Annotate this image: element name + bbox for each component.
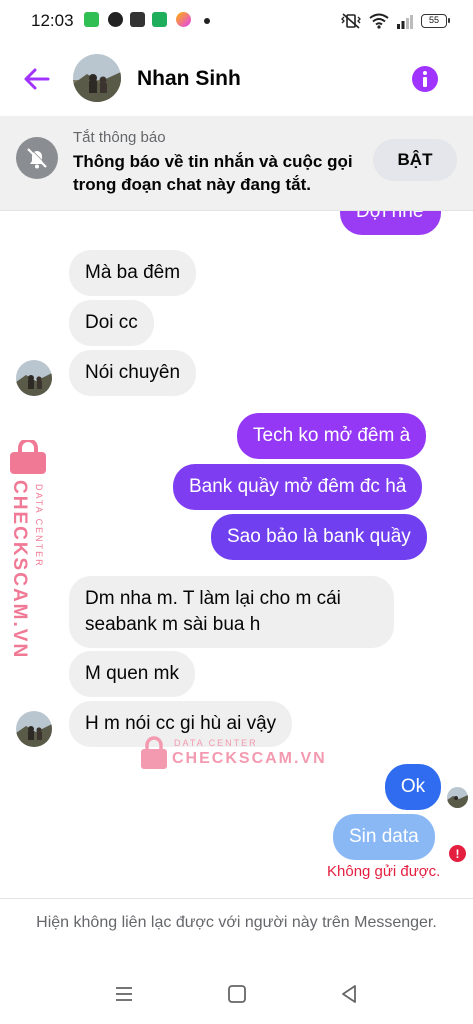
- mute-label: Tắt thông báo: [73, 129, 166, 146]
- sender-avatar[interactable]: [16, 711, 52, 747]
- watermark-center: DATA CENTER CHECKSCAM.VN: [140, 736, 325, 776]
- store-icon: [152, 12, 167, 27]
- home-icon[interactable]: [225, 982, 249, 1006]
- watermark-side: CHECKSCAM.VN DATA CENTER: [6, 440, 54, 659]
- battery-icon: 55: [421, 14, 450, 28]
- chat-header: Nhan Sinh: [0, 42, 473, 116]
- status-right-icons: 55: [341, 11, 450, 31]
- wifi-icon: [369, 13, 389, 29]
- outgoing-message[interactable]: Sao bảo là bank quầy: [211, 514, 427, 560]
- seen-avatar: [447, 787, 468, 808]
- bell-off-icon: [16, 137, 58, 179]
- send-failed-text[interactable]: Không gửi được.: [327, 863, 440, 880]
- mute-banner: Tắt thông báo Thông báo về tin nhắn và c…: [0, 116, 473, 211]
- failed-message[interactable]: Sin data: [333, 814, 435, 860]
- signal-icon: [397, 14, 413, 29]
- watermark-center-sub: DATA CENTER: [174, 738, 258, 748]
- outgoing-message[interactable]: Ok: [385, 764, 441, 810]
- lock-icon: [141, 736, 167, 769]
- incoming-message[interactable]: Doi cc: [69, 300, 154, 346]
- menu-icon[interactable]: [112, 982, 136, 1006]
- status-time: 12:03: [31, 11, 74, 30]
- unmute-button[interactable]: BẬT: [373, 139, 457, 181]
- star-app-icon: [176, 12, 191, 27]
- back-arrow-icon[interactable]: [20, 62, 54, 96]
- incoming-message[interactable]: Dm nha m. T làm lại cho m cái seabank m …: [69, 576, 394, 648]
- contact-avatar[interactable]: [73, 54, 121, 102]
- back-icon[interactable]: [337, 982, 361, 1006]
- vibrate-mute-icon: [341, 13, 361, 29]
- info-icon[interactable]: [411, 65, 439, 93]
- status-bar: 12:03 55: [0, 0, 473, 42]
- mute-message: Thông báo về tin nhắn và cuộc gọi trong …: [73, 152, 353, 194]
- messenger-icon: [108, 12, 123, 27]
- unavailable-text: Hiện không liên lạc được với người này t…: [36, 914, 437, 931]
- error-icon[interactable]: !: [449, 845, 466, 862]
- lock-icon: [10, 440, 46, 474]
- incoming-message[interactable]: M quen mk: [69, 651, 195, 697]
- outgoing-message[interactable]: Bank quầy mở đêm đc hả: [173, 464, 423, 510]
- shopping-bag-icon: [130, 12, 145, 27]
- watermark-side-main: CHECKSCAM.VN: [9, 480, 30, 660]
- unavailable-footer: Hiện không liên lạc được với người này t…: [0, 898, 473, 960]
- contact-name[interactable]: Nhan Sinh: [137, 67, 241, 91]
- message-list[interactable]: Đợi nhé Mà ba đêm Doi cc Nói chuyên Tech…: [0, 211, 473, 898]
- incoming-message[interactable]: Mà ba đêm: [69, 250, 197, 296]
- sender-avatar[interactable]: [16, 360, 52, 396]
- outgoing-message[interactable]: Tech ko mở đêm à: [237, 413, 427, 459]
- watermark-center-main: CHECKSCAM.VN: [172, 750, 327, 767]
- incoming-message[interactable]: Nói chuyên: [69, 350, 197, 396]
- watermark-side-sub: DATA CENTER: [34, 484, 44, 568]
- messages-icon: [84, 12, 99, 27]
- outgoing-message[interactable]: Đợi nhé: [340, 211, 441, 235]
- more-notifications-dot: [204, 18, 210, 24]
- navigation-bar: [0, 960, 473, 1024]
